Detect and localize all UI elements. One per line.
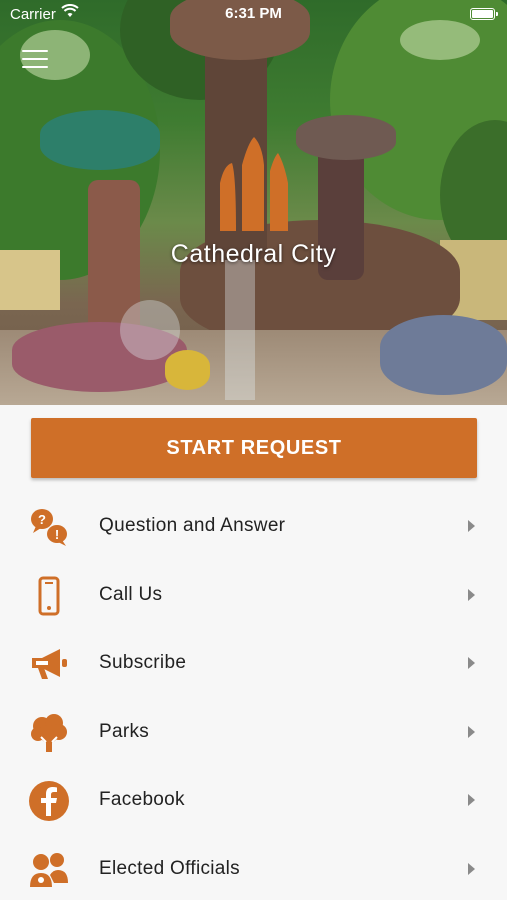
chevron-right-icon bbox=[468, 862, 475, 875]
megaphone-icon bbox=[32, 649, 67, 679]
list-item-question-and-answer[interactable]: ? ! Question and Answer bbox=[0, 492, 507, 561]
list-item-call-us[interactable]: Call Us bbox=[0, 561, 507, 630]
facebook-icon bbox=[29, 781, 69, 821]
people-icon bbox=[30, 852, 68, 887]
list-item-label: Facebook bbox=[99, 789, 185, 810]
tree-icon bbox=[31, 713, 67, 752]
menu-line-icon bbox=[22, 58, 48, 60]
list-item-label: Question and Answer bbox=[99, 515, 286, 536]
list-item-label: Call Us bbox=[99, 583, 163, 605]
chevron-right-icon bbox=[468, 520, 475, 532]
menu-list: ? ! Question and Answer Call Us Subscrib… bbox=[0, 492, 507, 900]
phone-icon bbox=[38, 576, 60, 615]
cathedral-city-logo-icon bbox=[220, 137, 288, 231]
svg-text:!: ! bbox=[55, 527, 59, 542]
chevron-right-icon bbox=[468, 794, 475, 806]
list-item-facebook[interactable]: Facebook bbox=[0, 766, 507, 835]
battery-icon bbox=[470, 8, 498, 20]
menu-line-icon bbox=[22, 50, 48, 52]
list-item-label: Subscribe bbox=[99, 652, 187, 673]
list-item-label: Elected Officials bbox=[99, 857, 240, 879]
hamburger-menu-button[interactable] bbox=[22, 50, 48, 70]
list-item-elected-officials[interactable]: Elected Officials bbox=[0, 835, 507, 900]
chevron-right-icon bbox=[468, 588, 475, 601]
menu-line-icon bbox=[22, 66, 48, 68]
chevron-right-icon bbox=[468, 657, 475, 669]
list-item-label: Parks bbox=[99, 720, 150, 742]
list-item-parks[interactable]: Parks bbox=[0, 698, 507, 767]
list-item-subscribe[interactable]: Subscribe bbox=[0, 629, 507, 698]
question-answer-icon: ? ! bbox=[31, 509, 67, 546]
chevron-right-icon bbox=[468, 725, 475, 738]
clock: 6:31 PM bbox=[225, 5, 282, 22]
start-request-button[interactable]: START REQUEST bbox=[31, 418, 477, 478]
status-bar: Carrier 6:31 PM bbox=[0, 0, 507, 28]
svg-text:?: ? bbox=[38, 512, 46, 527]
brand-title: Cathedral City bbox=[170, 240, 337, 268]
